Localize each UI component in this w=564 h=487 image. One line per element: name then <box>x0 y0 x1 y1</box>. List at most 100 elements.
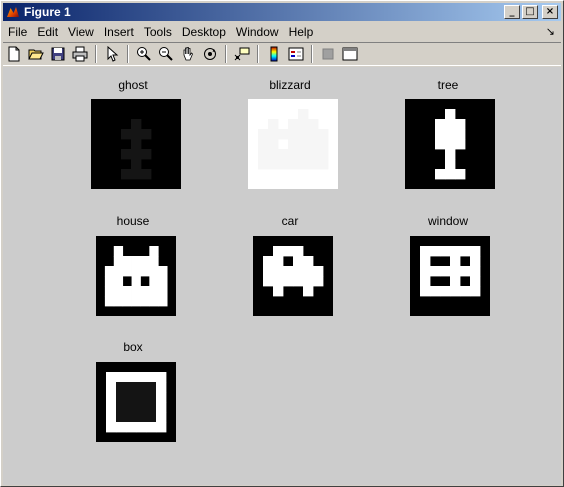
image-pixel <box>131 159 142 170</box>
image-pixel <box>308 119 319 130</box>
save-icon[interactable] <box>48 44 68 64</box>
pointer-icon[interactable] <box>102 44 122 64</box>
image-axes-house[interactable] <box>96 236 176 316</box>
minimize-button[interactable]: _ <box>504 5 520 19</box>
image-pixel <box>113 246 124 257</box>
image-pixel <box>273 246 284 257</box>
image-pixel <box>113 266 124 277</box>
image-pixel <box>303 286 314 297</box>
image-pixel <box>131 296 141 307</box>
pan-icon[interactable] <box>178 44 198 64</box>
maximize-button[interactable]: □ <box>522 5 538 19</box>
image-pixel <box>116 392 127 403</box>
axes-title-ghost: ghost <box>118 78 148 92</box>
hide-tools-icon[interactable] <box>318 44 338 64</box>
image-pixel <box>156 412 167 423</box>
image-pixel <box>158 276 168 287</box>
image-pixel <box>283 276 294 287</box>
image-pixel <box>116 412 127 423</box>
menu-help[interactable]: Help <box>284 25 319 39</box>
image-pixel <box>318 159 329 170</box>
print-icon[interactable] <box>70 44 90 64</box>
image-pixel <box>131 276 141 287</box>
image-pixel <box>450 256 461 267</box>
menu-edit[interactable]: Edit <box>32 25 63 39</box>
image-pixel <box>445 139 456 150</box>
image-axes-box[interactable] <box>96 362 176 442</box>
dock-figure-icon[interactable]: ↘ <box>546 25 555 38</box>
image-pixel <box>149 276 159 287</box>
image-pixel <box>106 372 117 383</box>
image-pixel <box>140 256 150 267</box>
image-axes-ghost[interactable] <box>91 99 181 189</box>
menu-view[interactable]: View <box>63 25 99 39</box>
legend-icon[interactable] <box>286 44 306 64</box>
image-box <box>96 362 176 442</box>
menu-file[interactable]: File <box>3 25 32 39</box>
image-window <box>410 236 490 316</box>
rotate-icon[interactable] <box>200 44 220 64</box>
image-pixel <box>445 149 456 160</box>
image-pixel <box>104 276 115 287</box>
close-button[interactable]: × <box>542 5 558 19</box>
colorbar-icon[interactable] <box>264 44 284 64</box>
axes-title-tree: tree <box>437 78 459 92</box>
image-pixel <box>263 256 274 267</box>
image-pixel <box>430 246 441 257</box>
image-pixel <box>455 139 466 150</box>
image-pixel <box>126 412 137 423</box>
menu-insert[interactable]: Insert <box>99 25 139 39</box>
axes-title-box: box <box>123 340 143 354</box>
image-axes-car[interactable] <box>253 236 333 316</box>
image-pixel <box>131 129 142 140</box>
open-icon[interactable] <box>26 44 46 64</box>
image-pixel <box>420 256 431 267</box>
image-pixel <box>268 159 279 170</box>
image-pixel <box>288 139 299 150</box>
image-pixel <box>106 422 117 433</box>
zoom-out-icon[interactable] <box>156 44 176 64</box>
image-pixel <box>435 169 446 180</box>
axes-title-window: window <box>427 214 469 228</box>
image-pixel <box>268 139 279 150</box>
new-icon[interactable] <box>4 44 24 64</box>
image-pixel <box>158 266 168 277</box>
image-pixel <box>298 109 309 120</box>
image-axes-window[interactable] <box>410 236 490 316</box>
image-pixel <box>268 119 279 130</box>
image-pixel <box>470 256 481 267</box>
image-pixel <box>116 382 127 393</box>
image-pixel <box>140 296 150 307</box>
zoom-in-icon[interactable] <box>134 44 154 64</box>
image-pixel <box>268 129 279 140</box>
image-pixel <box>450 266 461 277</box>
menu-tools[interactable]: Tools <box>139 25 177 39</box>
image-pixel <box>113 276 124 287</box>
image-pixel <box>140 286 150 297</box>
image-axes-blizzard[interactable] <box>248 99 338 189</box>
image-pixel <box>278 129 289 140</box>
image-pixel <box>146 412 157 423</box>
image-pixel <box>470 266 481 277</box>
image-pixel <box>318 139 329 150</box>
image-pixel <box>445 159 456 170</box>
image-pixel <box>445 169 456 180</box>
image-pixel <box>268 149 279 160</box>
show-tools-icon[interactable] <box>340 44 360 64</box>
menu-bar: File Edit View Insert Tools Desktop Wind… <box>3 22 561 41</box>
image-pixel <box>136 402 147 413</box>
data-cursor-icon[interactable] <box>232 44 252 64</box>
image-pixel <box>116 372 127 383</box>
image-pixel <box>420 246 431 257</box>
title-bar[interactable]: Figure 1 _ □ × <box>3 3 561 21</box>
image-pixel <box>149 256 159 267</box>
image-pixel <box>258 159 269 170</box>
image-pixel <box>113 296 124 307</box>
image-pixel <box>158 296 168 307</box>
image-pixel <box>258 139 269 150</box>
image-axes-tree[interactable] <box>405 99 495 189</box>
image-pixel <box>318 129 329 140</box>
image-pixel <box>106 402 117 413</box>
menu-desktop[interactable]: Desktop <box>177 25 231 39</box>
menu-window[interactable]: Window <box>231 25 284 39</box>
